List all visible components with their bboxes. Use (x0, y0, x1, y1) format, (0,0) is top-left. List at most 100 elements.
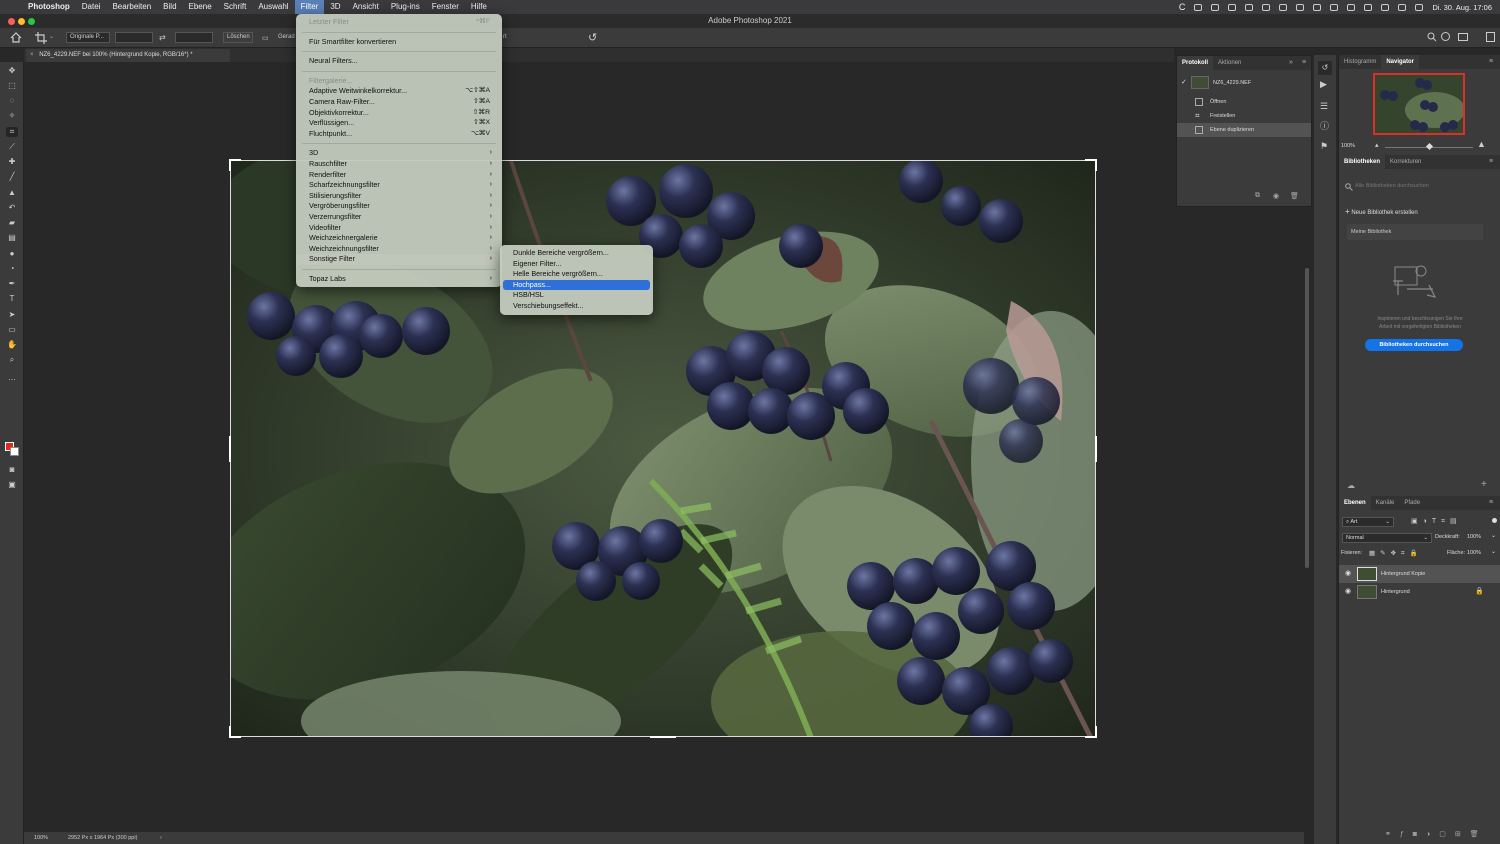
layer-footer-icons[interactable]: ⚭ƒ◙◑▢⊞🗑 (1385, 830, 1488, 838)
tab-ebenen[interactable]: Ebenen (1339, 496, 1371, 510)
crop-tool-icon[interactable]: ⌗ (6, 127, 18, 137)
close-tab-icon[interactable]: × (30, 52, 34, 58)
menu-clock[interactable]: Di. 30. Aug. 17:06 (1432, 3, 1492, 12)
hand-tool-icon[interactable]: ✋ (6, 340, 18, 350)
crop-handle-bottom-middle[interactable] (650, 736, 676, 738)
eraser-tool-icon[interactable]: ▰ (6, 218, 18, 228)
vertical-scrollbar[interactable] (1305, 268, 1309, 568)
menu-item-verzerrungsfilter[interactable]: Verzerrungsfilter › (296, 212, 502, 223)
menu-item-eigener-filter[interactable]: Eigener Filter... (500, 259, 653, 270)
layer-filter-toggle[interactable] (1492, 518, 1497, 523)
status-chevron-icon[interactable]: › (160, 832, 162, 844)
menu-item-hsb-hsl[interactable]: HSB/HSL (500, 290, 653, 301)
browse-libraries-button[interactable]: Bibliotheken durchsuchen (1365, 339, 1463, 351)
pen-tool-icon[interactable]: ✒ (6, 279, 18, 289)
collapse-panel-icon[interactable]: » (1289, 56, 1293, 70)
library-search-input[interactable]: Alle Bibliotheken durchsuchen (1355, 181, 1495, 192)
layer-row[interactable]: ◉ Hintergrund 🔒 (1339, 583, 1500, 601)
menu-item-weichzeichnungsfilter[interactable]: Weichzeichnungsfilter › (296, 244, 502, 255)
zoom-tool-icon[interactable]: ⌕ (6, 355, 18, 365)
properties-panel-icon[interactable]: ⚑ (1320, 141, 1328, 152)
menu-photoshop[interactable]: Photoshop (22, 0, 76, 14)
apple-menu-icon[interactable] (0, 0, 22, 14)
navigator-zoom-value[interactable]: 100% (1341, 143, 1355, 149)
quick-mask-icon[interactable]: ◙ (6, 465, 18, 475)
tab-histogramm[interactable]: Histogramm (1339, 55, 1381, 69)
menu-item-weichzeichnergalerie[interactable]: Weichzeichnergalerie › (296, 233, 502, 244)
bluetooth-icon[interactable] (1279, 3, 1288, 11)
panel-menu-icon[interactable]: ≡ (1489, 155, 1493, 169)
eject-icon[interactable] (1262, 3, 1271, 11)
crop-handle-top-left[interactable] (229, 159, 241, 171)
history-brush-tool-icon[interactable]: ↶ (6, 203, 18, 213)
menu-auswahl[interactable]: Auswahl (252, 0, 294, 14)
camera-icon[interactable]: ◉ (1273, 192, 1279, 200)
menu-3d[interactable]: 3D (324, 0, 346, 14)
opacity-chevron-icon[interactable]: ⌄ (1491, 532, 1496, 539)
menu-item-rauschfilter[interactable]: Rauschfilter › (296, 159, 502, 170)
crop-handle-top-right[interactable] (1085, 159, 1097, 171)
height-field[interactable] (175, 32, 213, 43)
search-circle-icon[interactable] (1441, 32, 1450, 41)
tab-korrekturen[interactable]: Korrekturen (1385, 155, 1426, 169)
close-window-button[interactable] (8, 18, 15, 25)
layer-name[interactable]: Hintergrund Kopie (1381, 565, 1425, 583)
tab-kanaele[interactable]: Kanäle (1371, 496, 1400, 510)
tool-preset-chevron-icon[interactable]: ⌄ (49, 33, 54, 40)
menu-filter[interactable]: Filter (294, 0, 325, 14)
layer-kind-filter[interactable]: ⌕ Art ⌄ (1342, 517, 1394, 527)
menu-item-verschiebungseffekt[interactable]: Verschiebungseffekt... (500, 301, 653, 312)
control-center-icon[interactable] (1398, 3, 1407, 11)
menu-item-topaz-labs[interactable]: Topaz Labs › (296, 274, 502, 285)
document-info[interactable]: 2952 Px x 1964 Px (300 ppi) (68, 832, 137, 844)
trash-icon[interactable]: 🗑 (1290, 192, 1299, 200)
eyedropper-tool-icon[interactable]: ⟋ (6, 142, 18, 152)
new-document-from-state-icon[interactable]: ⧉ (1255, 192, 1260, 200)
menu-plugins[interactable]: Plug-ins (385, 0, 426, 14)
adjustments-panel-icon[interactable]: ☰ (1320, 101, 1328, 112)
zoom-level[interactable]: 100% (34, 832, 48, 844)
status-icon[interactable] (1194, 3, 1203, 11)
menu-item-fuer-smartfilter-konvertieren[interactable]: Für Smartfilter konvertieren (296, 37, 502, 48)
menu-item-verfluessigen[interactable]: Verflüssigen... ⇧⌘X (296, 118, 502, 129)
fill-value[interactable]: 100% (1467, 550, 1481, 556)
screen-mode-icon[interactable]: ▣ (6, 480, 18, 490)
reset-icon[interactable]: ↺ (588, 31, 597, 44)
menu-item-videofilter[interactable]: Videofilter › (296, 223, 502, 234)
zoom-in-icon[interactable]: ▲ (1477, 139, 1486, 149)
history-panel-icon[interactable]: ↺ (1318, 61, 1332, 75)
history-snapshot[interactable]: ✓ NZ6_4229.NEF (1177, 74, 1311, 92)
straighten-icon[interactable]: ▭ (262, 34, 269, 42)
menu-item-letzter-filter[interactable]: Letzter Filter ^⌘F (296, 17, 502, 28)
menu-item-3d[interactable]: 3D › (296, 148, 502, 159)
layer-name[interactable]: Hintergrund (1381, 583, 1410, 601)
share-icon[interactable] (1486, 32, 1495, 42)
crop-handle-right-middle[interactable] (1095, 436, 1097, 462)
tab-protokoll[interactable]: Protokoll (1177, 56, 1214, 70)
snapshot-source-icon[interactable]: ✓ (1181, 74, 1187, 92)
blur-tool-icon[interactable]: ● (6, 249, 18, 259)
spotlight-search-icon[interactable] (1381, 3, 1390, 11)
crop-handle-bottom-right[interactable] (1085, 726, 1097, 738)
zoom-window-button[interactable] (28, 18, 35, 25)
menu-item-stilisierungsfilter[interactable]: Stilisierungsfilter › (296, 191, 502, 202)
menu-item-objektivkorrektur[interactable]: Objektivkorrektur... ⇧⌘R (296, 108, 502, 119)
menu-item-renderfilter[interactable]: Renderfilter › (296, 170, 502, 181)
layer-filter-icons[interactable]: ▣◑T⌗▤ (1411, 517, 1462, 526)
zoom-out-icon[interactable]: ▴ (1375, 141, 1379, 149)
menu-item-hochpass[interactable]: Hochpass... (503, 279, 650, 291)
path-selection-tool-icon[interactable]: ➤ (6, 310, 18, 320)
visibility-eye-icon[interactable]: ◉ (1345, 569, 1351, 577)
tab-bibliotheken[interactable]: Bibliotheken (1339, 155, 1386, 169)
panel-menu-icon[interactable]: ≡ (1302, 56, 1306, 70)
menu-item-filtergalerie[interactable]: Filtergalerie... (296, 76, 502, 87)
gradient-tool-icon[interactable]: ▤ (6, 233, 18, 243)
stamp-tool-icon[interactable]: ▲ (6, 188, 18, 198)
add-element-icon[interactable]: + (1481, 479, 1487, 490)
tab-navigator[interactable]: Navigator (1381, 55, 1420, 69)
panel-menu-icon[interactable]: ≡ (1489, 55, 1493, 69)
crop-handle-left-middle[interactable] (229, 436, 231, 462)
history-step[interactable]: ⌗ Freistellen (1177, 109, 1311, 123)
workspace-icon[interactable] (1458, 33, 1468, 41)
cloud-icon[interactable]: ☁ (1347, 481, 1355, 490)
